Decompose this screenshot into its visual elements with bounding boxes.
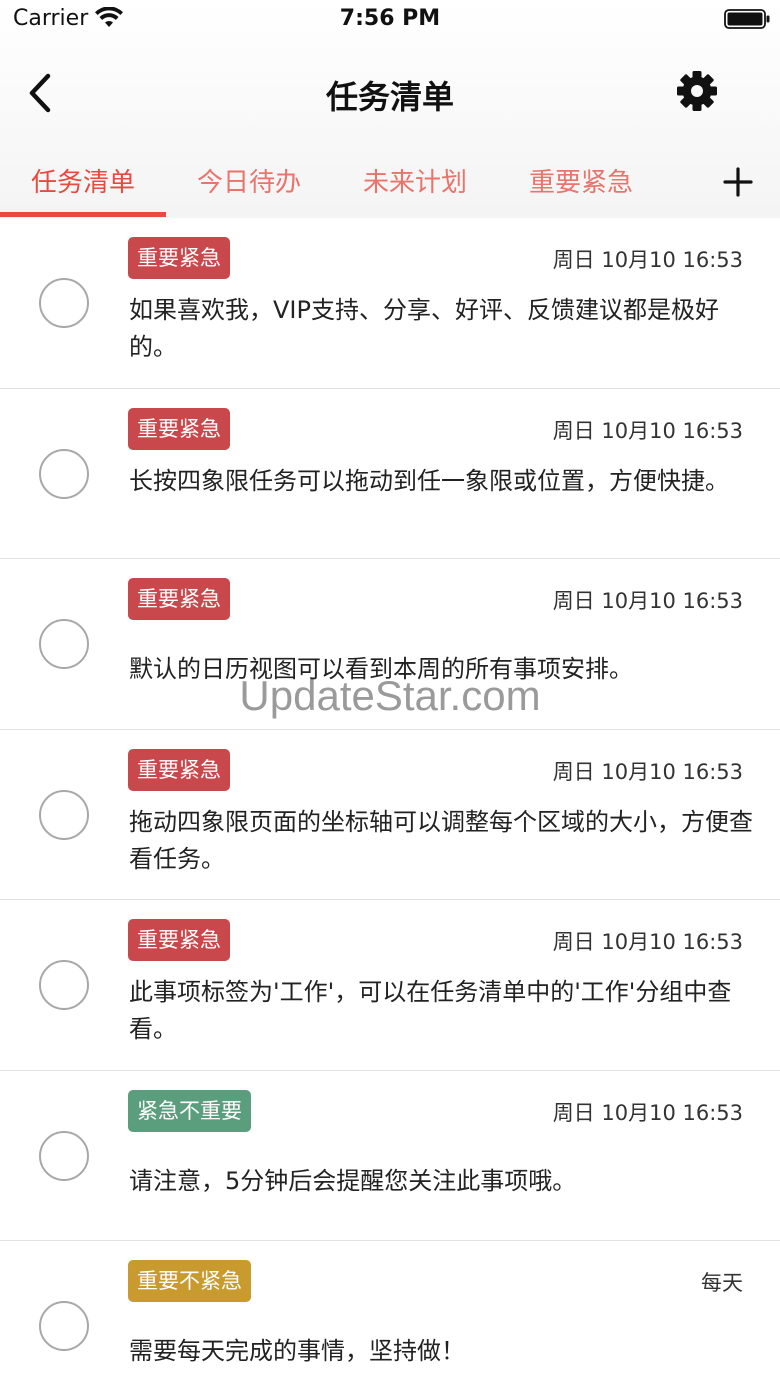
priority-badge: 重要紧急 xyxy=(128,919,230,961)
task-content: 默认的日历视图可以看到本周的所有事项安排。 xyxy=(129,655,633,683)
battery-icon xyxy=(724,9,770,29)
task-row[interactable]: 重要紧急 周日 10月10 16:53 拖动四象限页面的坐标轴可以调整每个区域的… xyxy=(0,729,780,900)
task-row[interactable]: 紧急不重要 周日 10月10 16:53 请注意，5分钟后会提醒您关注此事项哦。 xyxy=(0,1070,780,1241)
task-content: 拖动四象限页面的坐标轴可以调整每个区域的大小，方便查看任务。 xyxy=(129,807,753,873)
navigation-bar: 任务清单 xyxy=(0,50,780,140)
tab-bar: 任务清单 今日待办 未来计划 重要紧急 xyxy=(0,150,780,218)
priority-badge: 重要紧急 xyxy=(128,237,230,279)
tab-today-todo[interactable]: 今日待办 xyxy=(166,162,332,199)
task-content: 需要每天完成的事情，坚持做！ xyxy=(129,1337,465,1365)
tab-future-plan[interactable]: 未来计划 xyxy=(332,162,498,199)
complete-checkbox[interactable] xyxy=(39,789,89,840)
priority-badge: 重要紧急 xyxy=(128,748,230,791)
task-time: 周日 10月10 16:53 xyxy=(552,589,743,613)
task-content: 此事项标签为'工作'，可以在任务清单中的'工作'分组中查看。 xyxy=(129,978,732,1043)
priority-badge: 重要紧急 xyxy=(128,578,230,620)
task-time: 周日 10月10 16:53 xyxy=(552,418,743,443)
status-bar: Carrier 7:56 PM xyxy=(0,0,780,40)
task-content: 如果喜欢我，VIP支持、分享、好评、反馈建议都是极好的。 xyxy=(129,296,719,361)
task-content: 请注意，5分钟后会提醒您关注此事项哦。 xyxy=(129,1166,577,1195)
active-tab-indicator xyxy=(0,212,166,217)
task-time: 每天 xyxy=(701,1271,743,1295)
priority-badge: 重要不紧急 xyxy=(128,1260,251,1302)
gear-icon[interactable] xyxy=(676,70,718,112)
priority-badge: 紧急不重要 xyxy=(128,1089,251,1132)
status-time: 7:56 PM xyxy=(339,6,441,31)
complete-checkbox[interactable] xyxy=(39,1301,89,1351)
priority-badge: 重要紧急 xyxy=(128,407,230,450)
page-title: 任务清单 xyxy=(325,78,454,116)
task-time: 周日 10月10 16:53 xyxy=(552,930,743,954)
complete-checkbox[interactable] xyxy=(39,278,89,328)
task-list: 重要紧急 周日 10月10 16:53 如果喜欢我，VIP支持、分享、好评、反馈… xyxy=(0,218,780,1387)
task-time: 周日 10月10 16:53 xyxy=(552,759,743,784)
task-time: 周日 10月10 16:53 xyxy=(552,1100,743,1125)
tab-important-urgent[interactable]: 重要紧急 xyxy=(498,162,664,199)
task-content: 长按四象限任务可以拖动到任一象限或位置，方便快捷。 xyxy=(129,466,729,495)
task-time: 周日 10月10 16:53 xyxy=(552,248,743,272)
complete-checkbox[interactable] xyxy=(39,960,89,1010)
task-row[interactable]: 重要紧急 周日 10月10 16:53 默认的日历视图可以看到本周的所有事项安排… xyxy=(0,559,780,730)
header-area: Carrier 7:56 PM 任务清单 任务清单 今日待办 未来计划 重要紧急 xyxy=(0,0,780,218)
complete-checkbox[interactable] xyxy=(39,619,89,669)
tab-task-list[interactable]: 任务清单 xyxy=(0,162,166,199)
complete-checkbox[interactable] xyxy=(39,1130,89,1181)
task-row[interactable]: 重要紧急 周日 10月10 16:53 长按四象限任务可以拖动到任一象限或位置，… xyxy=(0,388,780,559)
task-row[interactable]: 重要紧急 周日 10月10 16:53 此事项标签为'工作'，可以在任务清单中的… xyxy=(0,900,780,1071)
complete-checkbox[interactable] xyxy=(39,448,89,499)
task-row[interactable]: 重要不紧急 每天 需要每天完成的事情，坚持做！ xyxy=(0,1241,780,1387)
plus-icon[interactable] xyxy=(722,166,754,198)
task-row[interactable]: 重要紧急 周日 10月10 16:53 如果喜欢我，VIP支持、分享、好评、反馈… xyxy=(0,218,780,389)
